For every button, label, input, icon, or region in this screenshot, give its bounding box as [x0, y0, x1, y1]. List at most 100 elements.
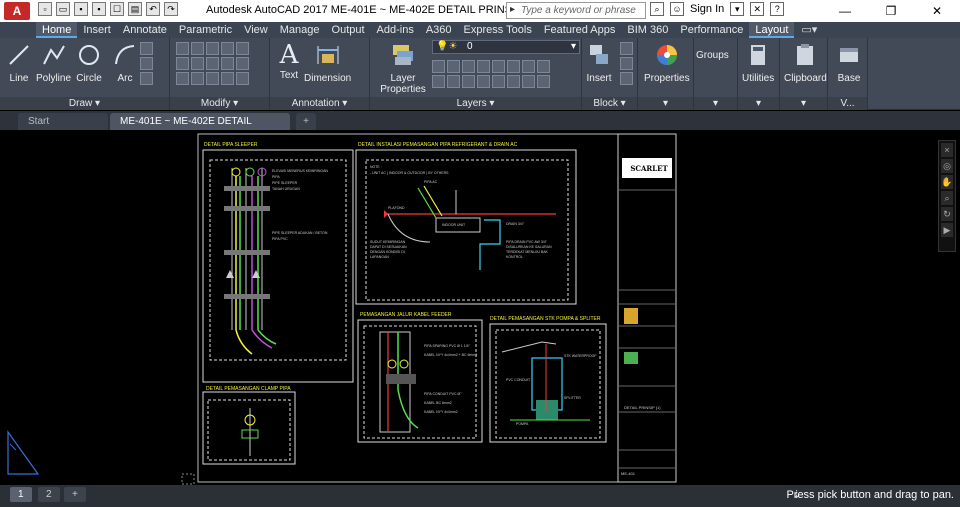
dimension-tool[interactable]: Dimension [304, 42, 351, 84]
layer-properties-tool[interactable]: Layer Properties [378, 42, 428, 95]
user-icon[interactable]: ☺ [670, 2, 684, 16]
properties-tool[interactable]: Properties [644, 42, 690, 84]
layer-walk-icon[interactable] [447, 75, 460, 88]
stretch-icon[interactable] [221, 57, 234, 70]
tab-home[interactable]: Home [36, 22, 78, 38]
join-icon[interactable] [206, 72, 219, 85]
panel-utilities-expand[interactable]: ▾ [738, 97, 779, 110]
circle-tool[interactable]: Circle [76, 42, 102, 84]
restore-icon[interactable]: ❐ [868, 0, 914, 22]
tab-start[interactable]: Start [18, 113, 108, 130]
new-icon[interactable]: ▫ [38, 2, 52, 16]
chevron-down-icon[interactable]: ▾ [730, 2, 745, 16]
showmotion-icon[interactable]: ▶ [941, 223, 953, 237]
save-as-icon[interactable]: ▪ [92, 2, 106, 16]
minimize-icon[interactable]: — [822, 0, 868, 22]
tab-featured-apps[interactable]: Featured Apps [538, 22, 622, 38]
utilities-tool[interactable]: Utilities [742, 42, 774, 84]
array-icon[interactable] [191, 72, 204, 85]
clipboard-tool[interactable]: Clipboard [784, 42, 827, 84]
match-layer-icon[interactable] [447, 60, 460, 73]
merge-icon[interactable] [462, 75, 475, 88]
freeze-icon[interactable] [507, 60, 520, 73]
steering-wheel-icon[interactable]: ◎ [941, 159, 953, 173]
panel-groups-expand[interactable]: ▾ [694, 97, 737, 110]
open-icon[interactable]: ▭ [56, 2, 70, 16]
rectangle-icon[interactable] [140, 42, 153, 55]
panel-block-title[interactable]: Block ▾ [582, 97, 637, 110]
tab-active-drawing[interactable]: ME-401E ~ ME-402E DETAIL PRINSIP* [110, 113, 290, 144]
chamfer-icon[interactable] [236, 72, 249, 85]
base-tool[interactable]: Base [836, 42, 862, 84]
tab-parametric[interactable]: Parametric [173, 22, 238, 38]
panel-draw-title[interactable]: Draw ▾ [0, 97, 169, 110]
thaw-icon[interactable] [492, 75, 505, 88]
help-icon[interactable]: ? [770, 2, 785, 16]
panel-view-title[interactable]: V... [828, 97, 867, 110]
tab-bim-360[interactable]: BIM 360 [621, 22, 674, 38]
scale-icon[interactable] [176, 72, 189, 85]
on-icon[interactable] [507, 75, 520, 88]
panel-clipboard-expand[interactable]: ▾ [780, 97, 827, 110]
application-menu-button[interactable]: A [4, 2, 30, 20]
pan-icon[interactable]: ✋ [941, 175, 953, 189]
unisolate-icon[interactable] [492, 60, 505, 73]
zoom-icon[interactable]: ⌕ [941, 191, 953, 205]
search-input[interactable]: Type a keyword or phrase [506, 2, 646, 19]
copy-layer-icon[interactable] [432, 75, 445, 88]
tab-manage[interactable]: Manage [274, 22, 326, 38]
layout-tab-2[interactable]: 2 [38, 487, 60, 502]
layer-previous-icon[interactable] [462, 60, 475, 73]
undo-icon[interactable]: ↶ [146, 2, 160, 16]
tab-a360[interactable]: A360 [420, 22, 458, 38]
make-current-icon[interactable] [432, 60, 445, 73]
edit-attributes-icon[interactable] [620, 72, 633, 85]
sign-in-link[interactable]: Sign In [690, 3, 724, 15]
ribbon-options-icon[interactable]: ▭▾ [794, 22, 824, 38]
erase-icon[interactable] [221, 42, 234, 55]
mirror-icon[interactable] [191, 57, 204, 70]
panel-modify-title[interactable]: Modify ▾ [170, 97, 269, 110]
search-icon[interactable]: ⌕ [650, 2, 664, 16]
close-icon[interactable]: ✕ [914, 0, 960, 22]
unlock-icon[interactable] [522, 75, 535, 88]
fillet-icon[interactable] [206, 57, 219, 70]
delete-layer-icon[interactable] [477, 75, 490, 88]
explode-icon[interactable] [236, 42, 249, 55]
insert-tool[interactable]: Insert [586, 42, 612, 84]
gradient-icon[interactable] [140, 72, 153, 85]
redo-icon[interactable]: ↷ [164, 2, 178, 16]
tab-insert[interactable]: Insert [77, 22, 117, 38]
tab-layout[interactable]: Layout [749, 22, 795, 38]
new-tab-button[interactable]: + [296, 113, 316, 130]
tab-express-tools[interactable]: Express Tools [458, 22, 538, 38]
tab-annotate[interactable]: Annotate [117, 22, 173, 38]
break-icon[interactable] [221, 72, 234, 85]
rotate-icon[interactable] [191, 42, 204, 55]
move-icon[interactable] [176, 42, 189, 55]
close-icon[interactable]: × [941, 143, 953, 157]
layer-dropdown[interactable]: 0 💡☀ ▾ [432, 40, 580, 54]
offset-icon[interactable] [236, 57, 249, 70]
copy-icon[interactable] [176, 57, 189, 70]
exchange-icon[interactable]: ✕ [750, 2, 765, 16]
orbit-icon[interactable]: ↻ [941, 207, 953, 221]
tab-output[interactable]: Output [326, 22, 371, 38]
panel-annotation-title[interactable]: Annotation ▾ [270, 97, 369, 110]
save-icon[interactable]: ▪ [74, 2, 88, 16]
create-block-icon[interactable] [620, 42, 633, 55]
plot-icon[interactable]: ▤ [128, 2, 142, 16]
groups-tool[interactable]: Groups [696, 50, 729, 61]
arc-tool[interactable]: Arc [112, 42, 138, 84]
hatch-icon[interactable] [140, 57, 153, 70]
edit-block-icon[interactable] [620, 57, 633, 70]
layout-tab-1[interactable]: 1 [10, 487, 32, 502]
new-layout-button[interactable]: + [64, 487, 86, 502]
trim-icon[interactable] [206, 42, 219, 55]
drawing-canvas[interactable]: DETAIL PIPA SLEEPER ELEVASI MENERUS KEMI… [0, 130, 960, 485]
open-web-icon[interactable]: ☐ [110, 2, 124, 16]
lock-icon[interactable] [537, 60, 550, 73]
tab-performance[interactable]: Performance [674, 22, 749, 38]
panel-layers-title[interactable]: Layers ▾ [370, 97, 581, 110]
off-icon[interactable] [522, 60, 535, 73]
